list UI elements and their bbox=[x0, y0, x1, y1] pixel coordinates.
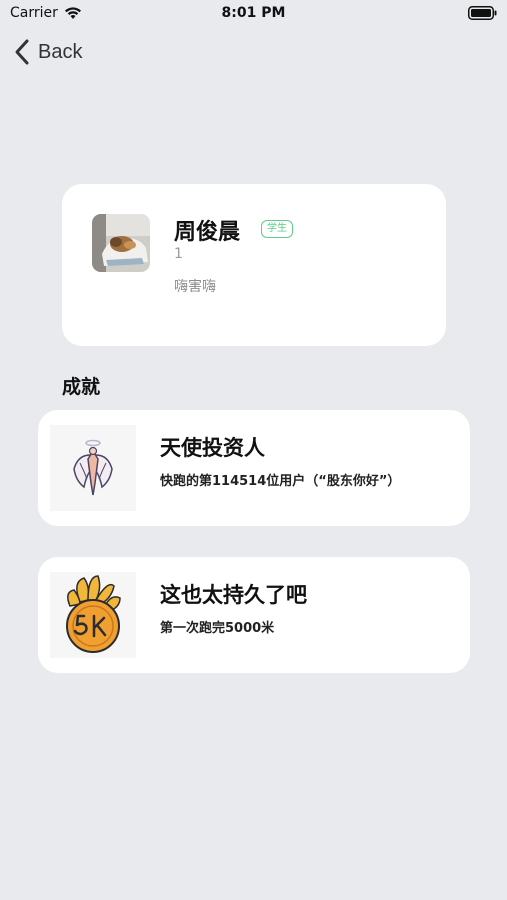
user-bio: 嗨害嗨 bbox=[174, 279, 216, 295]
battery-icon bbox=[468, 6, 497, 20]
role-badge: 学生 bbox=[261, 220, 293, 238]
achievement-title: 天使投资人 bbox=[160, 436, 265, 460]
chevron-left-icon bbox=[15, 39, 29, 65]
5k-medal-icon bbox=[50, 572, 136, 658]
back-button[interactable]: Back bbox=[14, 38, 82, 66]
user-id: 1 bbox=[174, 246, 183, 262]
status-bar: Carrier 8:01 PM bbox=[0, 0, 507, 28]
achievement-title: 这也太持久了吧 bbox=[160, 583, 307, 607]
back-label: Back bbox=[38, 40, 83, 63]
achievement-card[interactable]: 天使投资人 快跑的第114514位用户（“股东你好”） bbox=[38, 410, 470, 526]
achievement-description: 快跑的第114514位用户（“股东你好”） bbox=[160, 474, 401, 489]
achievement-card[interactable]: 这也太持久了吧 第一次跑完5000米 bbox=[38, 557, 470, 673]
angel-wings-icon bbox=[50, 425, 136, 511]
avatar[interactable] bbox=[92, 214, 150, 272]
avatar-image bbox=[92, 214, 150, 272]
status-time: 8:01 PM bbox=[221, 5, 286, 21]
achievements-title: 成就 bbox=[62, 376, 101, 398]
profile-card: 周俊晨 学生 1 嗨害嗨 bbox=[62, 184, 446, 346]
achievement-description: 第一次跑完5000米 bbox=[160, 621, 275, 636]
user-name: 周俊晨 bbox=[174, 220, 241, 245]
